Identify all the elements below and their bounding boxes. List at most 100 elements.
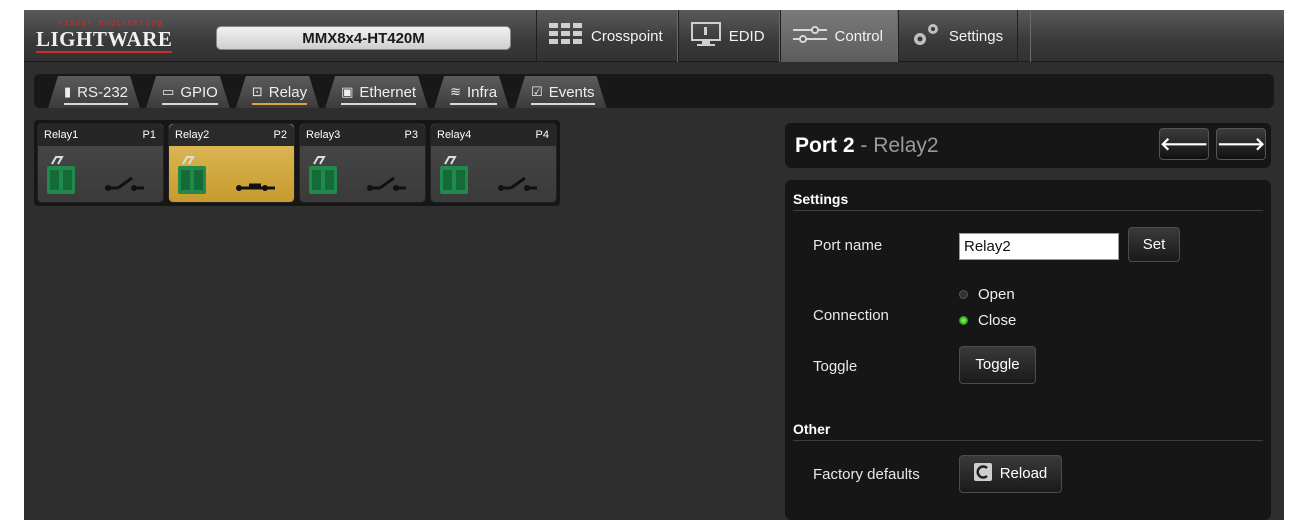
tile-header: Relay4 P4 <box>431 124 556 146</box>
subtab-underline <box>341 103 416 105</box>
tile-name: Relay3 <box>306 129 341 141</box>
gpio-icon: ▭ <box>162 84 175 99</box>
subtab-infra-label: Infra <box>467 83 498 101</box>
reload-icon <box>973 463 992 481</box>
tile-header: Relay3 P3 <box>300 124 425 146</box>
relay-tile-1[interactable]: Relay1 P1 <box>37 123 164 203</box>
subtab-events[interactable]: ☑ Events <box>515 76 607 108</box>
grid-icon <box>549 23 583 49</box>
subtab-ethernet[interactable]: ▣ Ethernet <box>325 76 428 108</box>
reload-button[interactable]: Reload <box>959 455 1062 493</box>
monitor-icon <box>690 22 721 50</box>
top-bar: visual engineering LIGHTWARE MMX8x4-HT42… <box>24 10 1284 62</box>
port-title-main: Port 2 <box>795 134 855 157</box>
arrow-left-icon: 🡐 <box>1160 134 1209 154</box>
radio-dot-selected <box>959 316 968 325</box>
tab-settings[interactable]: Settings <box>897 10 1019 62</box>
subtab-gpio[interactable]: ▭ GPIO <box>146 76 230 108</box>
sliders-icon <box>792 24 827 48</box>
subtab-underline-active <box>252 103 307 105</box>
port-name-input[interactable] <box>959 233 1119 260</box>
settings-panel: Settings Port name Set Open Connection C… <box>785 180 1271 520</box>
subtab-rs232[interactable]: ▮ RS-232 <box>48 76 140 108</box>
connection-close-radio[interactable]: Close <box>959 312 1016 329</box>
relay-icon: ⊡ <box>251 84 263 99</box>
subtab-relay-label: Relay <box>268 83 308 101</box>
relay-switch-icon <box>498 176 537 191</box>
relay-tile-3[interactable]: Relay3 P3 <box>299 123 426 203</box>
connection-label: Connection <box>813 307 889 324</box>
subtab-gpio-label: GPIO <box>180 83 218 101</box>
connector-icon <box>309 156 337 194</box>
tile-port: P2 <box>273 129 287 141</box>
subtab-infra[interactable]: ≋ Infra <box>434 76 509 108</box>
tab-edid-label: EDID <box>728 27 765 45</box>
logo-underline <box>36 51 172 53</box>
tile-port: P3 <box>404 129 418 141</box>
port-title-sub: Relay2 <box>873 134 939 157</box>
events-icon: ☑ <box>531 84 543 99</box>
next-port-button[interactable]: 🡒 <box>1216 128 1266 160</box>
relay-tile-4[interactable]: Relay4 P4 <box>430 123 557 203</box>
factory-defaults-label: Factory defaults <box>813 466 920 483</box>
tile-header: Relay1 P1 <box>38 124 163 146</box>
other-section-title: Other <box>793 421 831 437</box>
logo-text: LIGHTWARE <box>36 27 173 51</box>
tile-port: P4 <box>535 129 549 141</box>
port-header: Port 2 - Relay2 🡐 🡒 <box>785 123 1271 168</box>
tab-control-label: Control <box>834 27 883 45</box>
app-window: visual engineering LIGHTWARE MMX8x4-HT42… <box>24 10 1284 520</box>
relay-tile-list: Relay1 P1 Relay2 P2 Relay3 P3 Relay4 P4 <box>34 120 560 206</box>
wifi-icon: ≋ <box>450 84 462 99</box>
connector-icon <box>47 156 75 194</box>
relay-switch-icon <box>236 183 275 191</box>
gears-icon <box>911 21 941 51</box>
connector-icon <box>440 156 468 194</box>
tile-name: Relay1 <box>44 129 79 141</box>
tab-crosspoint-label: Crosspoint <box>591 27 663 45</box>
subtab-relay[interactable]: ⊡ Relay <box>236 76 319 108</box>
section-divider <box>793 440 1263 441</box>
subtab-underline <box>162 103 218 105</box>
radio-dot <box>959 290 968 299</box>
nav-spacer <box>1030 10 1284 62</box>
toggle-button[interactable]: Toggle <box>959 346 1036 384</box>
section-divider <box>793 210 1263 211</box>
connector-icon <box>178 156 206 194</box>
lightware-logo: visual engineering LIGHTWARE <box>36 18 186 54</box>
tile-name: Relay4 <box>437 129 472 141</box>
set-button[interactable]: Set <box>1128 227 1180 262</box>
subtab-events-label: Events <box>548 83 595 101</box>
relay-tile-2[interactable]: Relay2 P2 <box>168 123 295 203</box>
relay-switch-icon <box>105 176 144 191</box>
prev-port-button[interactable]: 🡐 <box>1159 128 1209 160</box>
radio-label: Close <box>978 312 1017 329</box>
tab-crosspoint[interactable]: Crosspoint <box>536 10 678 62</box>
device-name-label: MMX8x4-HT420M <box>216 26 511 50</box>
ethernet-icon: ▣ <box>341 84 354 99</box>
port-title: Port 2 - Relay2 <box>795 134 939 158</box>
subtab-underline <box>64 103 128 105</box>
tile-name: Relay2 <box>175 129 210 141</box>
sub-tab-bar: ▮ RS-232 ▭ GPIO ⊡ Relay ▣ Ethernet ≋ Inf… <box>34 74 1274 108</box>
arrow-right-icon: 🡒 <box>1217 134 1266 154</box>
serial-icon: ▮ <box>64 84 72 99</box>
connection-open-radio[interactable]: Open <box>959 286 1015 303</box>
subtab-rs232-label: RS-232 <box>77 83 129 101</box>
toggle-label: Toggle <box>813 358 858 375</box>
tab-edid[interactable]: EDID <box>677 10 780 62</box>
radio-label: Open <box>978 286 1015 303</box>
tile-header: Relay2 P2 <box>169 124 294 146</box>
reload-label: Reload <box>999 465 1048 482</box>
subtab-underline <box>531 103 595 105</box>
tab-control[interactable]: Control <box>779 10 898 62</box>
main-navigation: Crosspoint EDID Control Settings <box>536 10 1019 62</box>
settings-section-title: Settings <box>793 191 849 207</box>
port-name-label: Port name <box>813 237 883 254</box>
tab-settings-label: Settings <box>948 27 1004 45</box>
tile-port: P1 <box>142 129 156 141</box>
subtab-ethernet-label: Ethernet <box>359 83 417 101</box>
logo-tagline: visual engineering <box>58 18 163 27</box>
subtab-underline <box>450 103 497 105</box>
relay-switch-icon <box>367 176 406 191</box>
